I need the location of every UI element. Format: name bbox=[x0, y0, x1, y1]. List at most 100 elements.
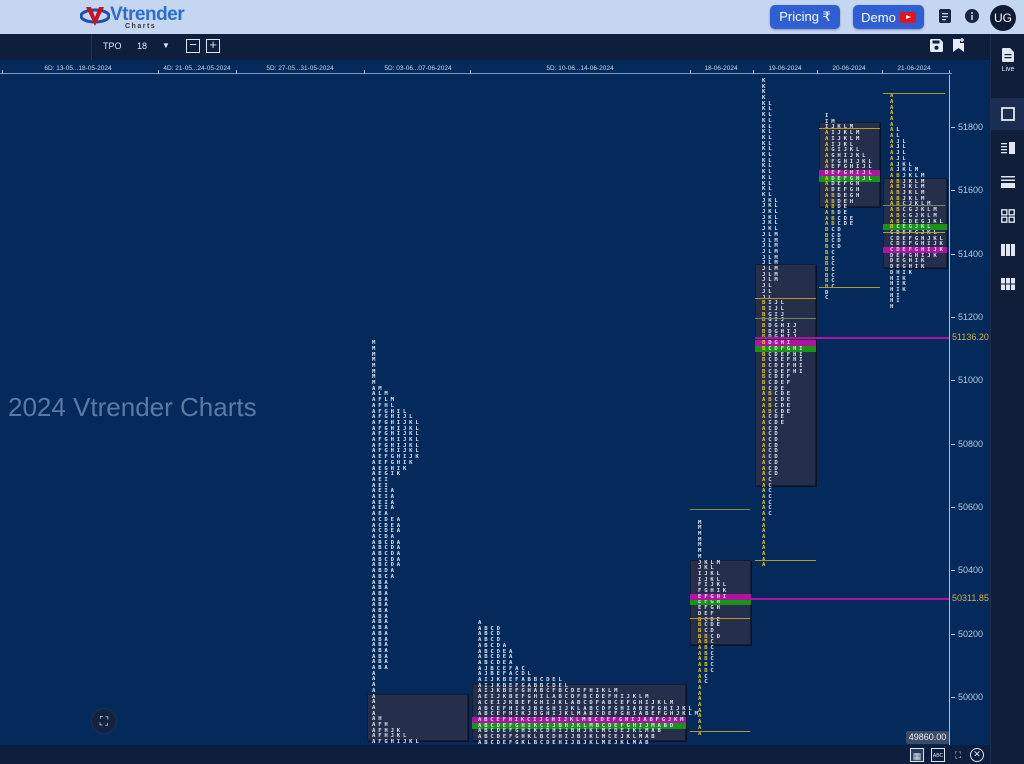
tpo-letter: L bbox=[868, 175, 872, 182]
bookmark-add-icon[interactable] bbox=[953, 38, 965, 57]
pricing-label: Pricing ₹ bbox=[779, 9, 831, 24]
tpo-letter: M bbox=[774, 277, 778, 284]
tpo-letter: A bbox=[390, 505, 394, 512]
tpo-letter: F bbox=[786, 380, 791, 387]
ib-line bbox=[819, 127, 880, 129]
date-tick bbox=[949, 70, 950, 74]
tpo-letter: A bbox=[396, 528, 401, 535]
date-label: 21-06-2024 bbox=[897, 65, 931, 72]
info-icon[interactable] bbox=[964, 9, 980, 25]
tpo-letter: I bbox=[799, 368, 803, 375]
tpo-letter: I bbox=[896, 298, 900, 305]
vtrender-logo[interactable]: Vtrender Charts bbox=[79, 4, 185, 30]
grid-toggle-icon[interactable]: ▦ bbox=[910, 748, 924, 762]
tpo-letter: C bbox=[710, 667, 714, 674]
chart-type-label[interactable]: TPO bbox=[103, 41, 122, 51]
layout-columns-button[interactable] bbox=[991, 236, 1024, 264]
ib-line bbox=[755, 298, 816, 299]
date-tick bbox=[753, 70, 754, 74]
tpo-letter: K bbox=[409, 459, 413, 466]
tpo-chart-area[interactable]: 2024 Vtrender Charts MMMMMMMMAMALMAFLMAF… bbox=[0, 75, 949, 745]
tpo-letter: K bbox=[402, 465, 407, 472]
demo-button[interactable]: Demo bbox=[853, 5, 924, 29]
naked-poc-line bbox=[690, 598, 949, 601]
notes-icon[interactable] bbox=[937, 9, 953, 25]
date-tick bbox=[2, 70, 3, 74]
date-tick bbox=[882, 70, 883, 74]
naked-poc-line bbox=[755, 337, 949, 340]
tpo-letter: D bbox=[774, 471, 778, 478]
logo-v-icon bbox=[79, 7, 111, 26]
tick-size-value[interactable]: 18 bbox=[137, 41, 147, 51]
tpo-letter: C bbox=[825, 295, 829, 302]
tpo-letter: H bbox=[849, 198, 854, 205]
date-label: 5D: 10-06...14-06-2024 bbox=[546, 65, 614, 72]
tpo-row: A bbox=[762, 562, 768, 568]
abc-toggle-icon[interactable]: ABC bbox=[931, 748, 945, 762]
date-label: 20-06-2024 bbox=[832, 65, 866, 72]
tpo-letter: A bbox=[390, 573, 394, 580]
tpo-letter: E bbox=[780, 419, 784, 426]
date-tick bbox=[158, 70, 159, 74]
tpo-letter: C bbox=[704, 679, 708, 686]
naked-poc-price-label: 50311.85 bbox=[952, 593, 989, 604]
tpo-letter: H bbox=[716, 605, 720, 612]
save-icon[interactable] bbox=[930, 39, 943, 57]
screenshot-button[interactable]: ⛶ bbox=[91, 708, 117, 734]
dashed-line bbox=[755, 317, 816, 319]
price-tick-label: 50800 bbox=[951, 439, 983, 449]
cursor-price-tooltip: 49860.00 bbox=[906, 731, 949, 744]
price-tick-label: 50600 bbox=[951, 502, 983, 512]
date-label: 4D: 21-05...24-05-2024 bbox=[163, 65, 231, 72]
date-tick bbox=[470, 70, 471, 74]
date-tick bbox=[690, 70, 691, 74]
date-tick bbox=[364, 70, 365, 74]
tpo-letter: E bbox=[849, 221, 854, 228]
tpo-letter: K bbox=[939, 247, 943, 254]
tpo-letter: K bbox=[415, 454, 419, 461]
date-label: 5D: 03-06...07-06-2024 bbox=[384, 65, 452, 72]
focus-center-icon[interactable]: ⛶ bbox=[951, 748, 965, 762]
user-avatar[interactable]: UG bbox=[990, 5, 1016, 31]
price-tick-label: 51200 bbox=[951, 312, 983, 322]
zoom-out-button[interactable]: − bbox=[186, 38, 200, 53]
naked-poc-price-label: 51136.20 bbox=[952, 332, 989, 343]
date-label: 19-06-2024 bbox=[768, 65, 802, 72]
tpo-letter: M bbox=[716, 559, 720, 566]
price-axis-line bbox=[949, 75, 950, 745]
toolbar-divider bbox=[91, 34, 92, 60]
price-tick-label: 51000 bbox=[951, 375, 983, 385]
layout-grid-button[interactable] bbox=[991, 202, 1024, 230]
ib-line bbox=[690, 730, 750, 732]
tpo-letter: K bbox=[920, 264, 925, 271]
live-label: Live bbox=[1001, 65, 1015, 73]
tpo-letter: K bbox=[908, 269, 912, 276]
tpo-letter: K bbox=[933, 252, 937, 259]
logo-subtext: Charts bbox=[125, 23, 157, 30]
close-circle-icon[interactable]: ✕ bbox=[970, 748, 984, 762]
date-tick bbox=[236, 70, 237, 74]
grid-four-icon bbox=[1001, 209, 1015, 223]
layout-single-button[interactable] bbox=[991, 98, 1024, 130]
tpo-letter: C bbox=[768, 511, 772, 518]
youtube-icon bbox=[899, 11, 916, 23]
pricing-button[interactable]: Pricing ₹ bbox=[770, 5, 840, 29]
rows-icon bbox=[1001, 176, 1015, 188]
tpo-letter: E bbox=[716, 622, 720, 629]
tpo-letter: K bbox=[902, 286, 906, 293]
date-tick bbox=[817, 70, 818, 74]
grid-six-icon bbox=[1001, 278, 1015, 290]
tpo-letter: B bbox=[651, 734, 655, 741]
tpo-letter: E bbox=[786, 408, 791, 415]
document-icon bbox=[1002, 47, 1014, 62]
live-notes-button[interactable]: Live bbox=[991, 42, 1024, 78]
layout-rows-button[interactable] bbox=[991, 168, 1024, 196]
dashed-line bbox=[883, 204, 945, 206]
dashed-line bbox=[690, 508, 750, 510]
layout-grid-six-button[interactable] bbox=[991, 270, 1024, 298]
zoom-in-button[interactable]: + bbox=[206, 38, 220, 53]
tpo-row: H bbox=[890, 304, 896, 310]
tick-size-dropdown-icon[interactable]: ▼ bbox=[162, 41, 170, 50]
chart-toolbar: TPO 18 ▼ − + bbox=[0, 34, 990, 60]
layout-list-split-button[interactable] bbox=[991, 134, 1024, 162]
